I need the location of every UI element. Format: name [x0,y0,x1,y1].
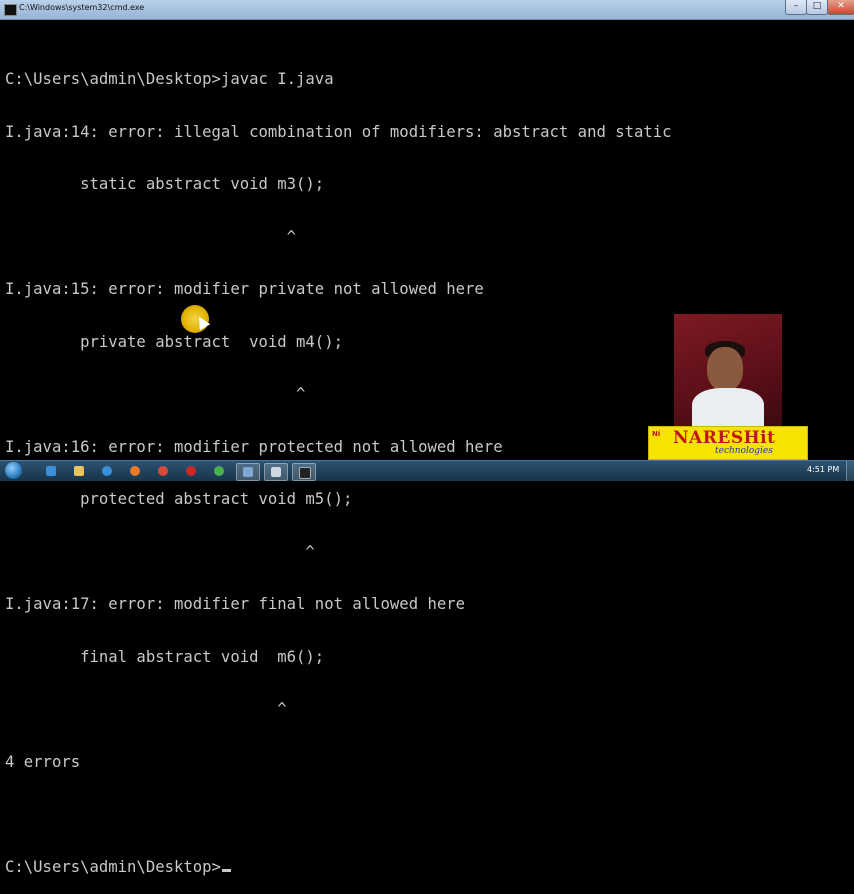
close-button[interactable]: ✕ [827,0,854,15]
minimize-button[interactable]: – [785,0,807,15]
media-player-icon[interactable] [96,463,118,479]
cmd-icon[interactable] [292,463,316,481]
text-cursor [221,868,231,872]
console-line: I.java:14: error: illegal combination of… [5,122,672,141]
chrome-icon[interactable] [152,463,174,479]
console-line: ^ [5,700,287,718]
presenter-shirt [692,388,764,426]
console-line: final abstract void m6(); [5,647,325,666]
console-line: I.java:15: error: modifier private not a… [5,280,484,298]
presenter-face [707,347,743,391]
console-line: C:\Users\admin\Desktop>javac I.java [5,70,334,88]
console-line: I.java:17: error: modifier final not all… [5,595,466,613]
explorer-icon[interactable] [68,463,90,479]
window-title: C:\Windows\system32\cmd.exe [19,3,145,12]
minimize-icon: – [793,1,799,11]
virtualbox-icon[interactable] [236,463,260,481]
logo-prefix: Ni [652,430,661,438]
console-line: ^ [5,542,315,561]
console-line: 4 errors [5,752,81,771]
files-icon[interactable] [264,463,288,481]
console-line: ^ [5,227,297,246]
windows-orb-icon [5,462,22,479]
presenter-webcam [674,314,782,426]
logo-name: NARESHit [673,428,776,448]
taskbar: 4:51 PM [0,460,854,481]
taskbar-clock[interactable]: 4:51 PM [807,465,839,474]
console-line: protected abstract void m5(); [5,490,353,508]
close-icon: ✕ [837,1,845,11]
firefox-icon[interactable] [124,463,146,479]
brand-logo: Ni NARESHit technologies [648,426,808,460]
logo-subtitle: technologies [715,446,773,456]
chrome-alt-icon[interactable] [208,463,230,479]
cmd-app-icon [4,4,17,16]
start-button[interactable] [2,461,26,481]
maximize-icon: □ [812,1,822,11]
show-desktop-button[interactable] [846,461,854,481]
ie-icon[interactable] [40,463,62,479]
console-prompt-line[interactable]: C:\Users\admin\Desktop> [5,857,805,877]
opera-icon[interactable] [180,463,202,479]
console-line: static abstract void m3(); [5,175,325,193]
console-prompt: C:\Users\admin\Desktop> [5,857,221,876]
maximize-button[interactable]: □ [806,0,828,15]
window-titlebar[interactable]: C:\Windows\system32\cmd.exe – □ ✕ [0,0,854,20]
